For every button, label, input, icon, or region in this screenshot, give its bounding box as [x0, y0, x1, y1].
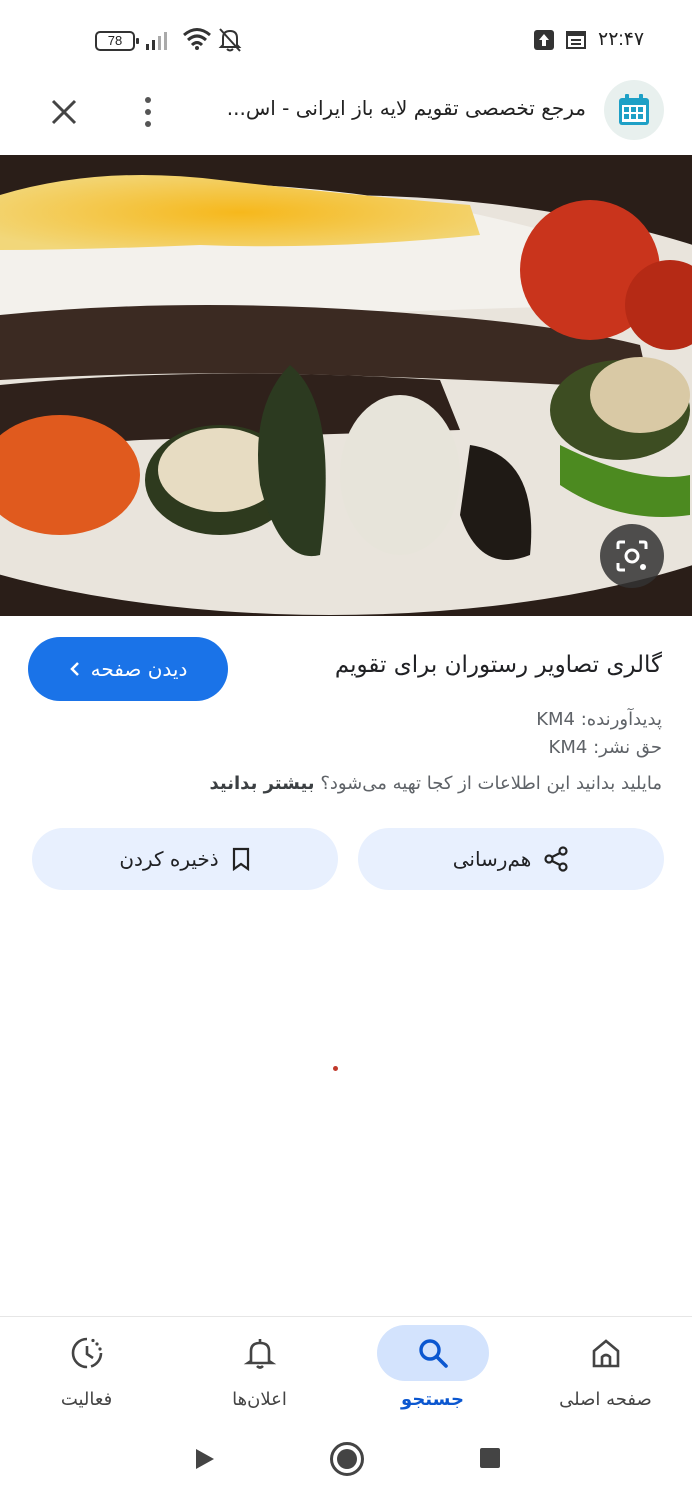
more-info-text: مایلید بدانید این اطلاعات از کجا تهیه می…: [210, 773, 663, 794]
copyright-credit: حق نشر: KM4: [548, 737, 662, 758]
lens-search-button[interactable]: [600, 524, 664, 588]
search-icon: [418, 1339, 448, 1368]
site-favicon[interactable]: [604, 80, 664, 140]
system-navigation-bar: [0, 1418, 692, 1500]
more-info-prefix: مایلید بدانید این اطلاعات از کجا تهیه می…: [320, 773, 662, 794]
nav-label-home: صفحه اصلی: [559, 1389, 652, 1410]
lens-icon: [616, 540, 648, 572]
share-label: هم‌رسانی: [452, 847, 532, 871]
bottom-navigation: صفحه اصلی جستجو اعلان‌ها ف: [0, 1316, 692, 1418]
preview-image[interactable]: [0, 155, 692, 616]
share-button[interactable]: هم‌رسانی: [358, 828, 664, 890]
nav-item-activity[interactable]: فعالیت: [0, 1317, 173, 1419]
nav-icon-container: [31, 1325, 143, 1381]
nav-label-activity: فعالیت: [60, 1389, 113, 1410]
signal-icon: [146, 32, 167, 50]
nav-item-search[interactable]: جستجو: [346, 1317, 519, 1419]
more-dot-icon: [145, 109, 151, 115]
share-icon: [544, 846, 568, 872]
close-icon: [51, 99, 77, 125]
loading-indicator: [333, 1066, 338, 1071]
calendar-status-icon: [566, 31, 586, 49]
battery-indicator: 78: [95, 31, 139, 51]
bell-off-icon: [218, 28, 242, 52]
nav-label-search: جستجو: [401, 1389, 464, 1410]
wifi-icon: [183, 28, 211, 50]
creator-credit: پدیدآورنده: KM4: [536, 709, 662, 730]
more-dot-icon: [145, 97, 151, 103]
save-button[interactable]: ذخیره کردن: [32, 828, 338, 890]
clock: ۲۲:۴۷: [598, 29, 645, 50]
view-page-label: دیدن صفحه: [90, 657, 188, 681]
chevron-left-icon: [69, 662, 79, 676]
upload-icon: [534, 30, 554, 50]
nav-item-notifications[interactable]: اعلان‌ها: [173, 1317, 346, 1419]
home-icon: [592, 1339, 619, 1368]
home-system-button[interactable]: [330, 1442, 364, 1476]
image-title: گالری تصاویر رستوران برای تقویم: [334, 652, 662, 678]
nav-item-home[interactable]: صفحه اصلی: [519, 1317, 692, 1419]
calendar-icon: [619, 94, 649, 125]
nav-icon-container: [204, 1325, 316, 1381]
save-label: ذخیره کردن: [119, 847, 219, 871]
kebab-plate-image: [0, 155, 692, 616]
learn-more-link[interactable]: بیشتر بدانید: [210, 773, 315, 794]
viewer-header: مرجع تخصصی تقویم لایه باز ایرانی - اس...: [0, 78, 692, 154]
home-dot-icon: [337, 1449, 357, 1469]
nav-icon-container: [376, 1325, 489, 1381]
back-icon[interactable]: [194, 1447, 216, 1471]
activity-icon: [71, 1337, 102, 1369]
close-button[interactable]: [44, 92, 84, 132]
bookmark-icon: [232, 847, 249, 871]
more-dot-icon: [145, 121, 151, 127]
nav-label-notifications: اعلان‌ها: [232, 1389, 287, 1410]
status-bar: 78 ۲۲:۴۷: [0, 0, 692, 80]
battery-level: 78: [107, 33, 123, 48]
view-page-button[interactable]: دیدن صفحه: [28, 637, 228, 701]
source-title[interactable]: مرجع تخصصی تقویم لایه باز ایرانی - اس...: [190, 96, 586, 120]
bell-icon: [243, 1339, 276, 1369]
recent-apps-icon[interactable]: [480, 1448, 500, 1468]
more-options-button[interactable]: [132, 90, 164, 134]
nav-icon-container: [550, 1325, 662, 1381]
